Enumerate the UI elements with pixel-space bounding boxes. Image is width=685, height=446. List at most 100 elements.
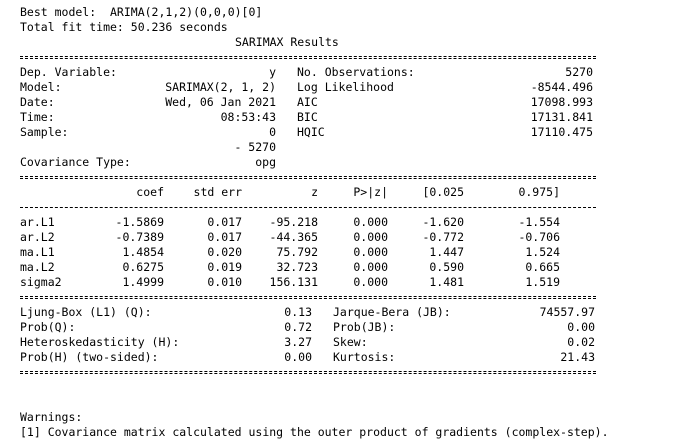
summary-left-value: SARIMAX(2, 1, 2)	[165, 80, 276, 94]
diag-right-label: Jarque-Bera (JB):	[333, 305, 451, 319]
diagnostics-row: Ljung-Box (L1) (Q): 0.13 Jarque-Bera (JB…	[20, 305, 620, 320]
double-rule	[20, 50, 620, 65]
table-row: ma.L1 1.4854 0.020 75.792 0.000 1.447 1.…	[20, 245, 620, 260]
row-std-err: 0.019	[207, 260, 242, 274]
diagnostics-row: Prob(H) (two-sided): 0.00 Kurtosis: 21.4…	[20, 350, 620, 365]
summary-row: Time: 08:53:43 BIC 17131.841	[20, 110, 620, 125]
row-ci-low: 1.481	[429, 275, 464, 289]
row-z: 32.723	[276, 260, 318, 274]
results-title-row: SARIMAX Results	[20, 35, 620, 50]
diag-right-value: 0.00	[567, 320, 595, 334]
row-z: 75.792	[276, 245, 318, 259]
row-std-err: 0.017	[207, 215, 242, 229]
diag-left-value: 0.72	[284, 320, 312, 334]
row-p: 0.000	[353, 245, 388, 259]
summary-right-value: -8544.496	[530, 80, 593, 94]
summary-right-value: 17098.993	[530, 95, 593, 109]
row-param: sigma2	[20, 275, 62, 289]
row-p: 0.000	[353, 230, 388, 244]
row-ci-low: -0.772	[422, 230, 464, 244]
col-header-p: P>|z|	[353, 185, 388, 199]
col-header-coef: coef	[136, 185, 164, 199]
diagnostics-row: Heteroskedasticity (H): 3.27 Skew: 0.02	[20, 335, 620, 350]
row-std-err: 0.017	[207, 230, 242, 244]
warnings-title: Warnings:	[20, 410, 83, 424]
row-p: 0.000	[353, 215, 388, 229]
summary-right-value: 5270	[565, 65, 593, 79]
summary-row: Covariance Type: opg	[20, 155, 620, 170]
summary-left-label: Sample:	[20, 125, 69, 139]
row-param: ma.L2	[20, 260, 55, 274]
summary-left-label: Model:	[20, 80, 62, 94]
summary-right-label: HQIC	[297, 125, 325, 139]
table-row: ar.L1 -1.5869 0.017 -95.218 0.000 -1.620…	[20, 215, 620, 230]
col-header-ci-high: 0.975]	[518, 185, 560, 199]
row-z: -44.365	[269, 230, 318, 244]
best-model-line: Best model: ARIMA(2,1,2)(0,0,0)[0]	[20, 5, 263, 19]
row-param: ar.L1	[20, 215, 55, 229]
summary-right-label: BIC	[297, 110, 318, 124]
double-rule	[20, 365, 620, 380]
row-coef: -1.5869	[115, 215, 164, 229]
summary-left-value: y	[269, 65, 276, 79]
row-coef: -0.7389	[115, 230, 164, 244]
single-rule	[20, 200, 620, 215]
row-ci-high: 0.665	[525, 260, 560, 274]
diag-right-label: Prob(JB):	[333, 320, 396, 334]
fit-time-line: Total fit time: 50.236 seconds	[20, 20, 228, 34]
diag-right-label: Skew:	[333, 335, 368, 349]
summary-row: Model: SARIMAX(2, 1, 2) Log Likelihood -…	[20, 80, 620, 95]
summary-left-value: Wed, 06 Jan 2021	[165, 95, 276, 109]
summary-row: - 5270	[20, 140, 620, 155]
table-row: ma.L2 0.6275 0.019 32.723 0.000 0.590 0.…	[20, 260, 620, 275]
table-row: sigma2 1.4999 0.010 156.131 0.000 1.481 …	[20, 275, 620, 290]
diag-left-label: Ljung-Box (L1) (Q):	[20, 305, 152, 319]
row-coef: 1.4854	[122, 245, 164, 259]
diag-right-value: 0.02	[567, 335, 595, 349]
row-ci-low: 1.447	[429, 245, 464, 259]
row-z: -95.218	[269, 215, 318, 229]
diagnostics-block: Ljung-Box (L1) (Q): 0.13 Jarque-Bera (JB…	[20, 305, 620, 365]
col-header-z: z	[311, 185, 318, 199]
summary-right-label: Log Likelihood	[297, 80, 394, 94]
diag-right-value: 74557.97	[539, 305, 595, 319]
summary-block: Dep. Variable: y No. Observations: 5270 …	[20, 65, 620, 170]
summary-left-value: opg	[255, 155, 276, 169]
summary-right-value: 17131.841	[530, 110, 593, 124]
row-param: ma.L1	[20, 245, 55, 259]
summary-left-value: 0	[269, 125, 276, 139]
row-std-err: 0.010	[207, 275, 242, 289]
row-z: 156.131	[269, 275, 318, 289]
summary-row: Dep. Variable: y No. Observations: 5270	[20, 65, 620, 80]
diag-left-label: Prob(Q):	[20, 320, 76, 334]
row-ci-high: -0.706	[518, 230, 560, 244]
summary-left-value: 08:53:43	[220, 110, 276, 124]
summary-row: Date: Wed, 06 Jan 2021 AIC 17098.993	[20, 95, 620, 110]
console-output: Best model: ARIMA(2,1,2)(0,0,0)[0] Total…	[20, 5, 620, 440]
double-rule	[20, 170, 620, 185]
col-header-ci-low: [0.025	[422, 185, 464, 199]
coef-table: coef std err z P>|z| [0.025 0.975] ar.L1…	[20, 185, 620, 290]
summary-row: Sample: 0 HQIC 17110.475	[20, 125, 620, 140]
summary-right-label: No. Observations:	[297, 65, 415, 79]
results-title: SARIMAX Results	[235, 35, 339, 49]
diag-left-label: Prob(H) (two-sided):	[20, 350, 159, 364]
summary-left-label: Date:	[20, 95, 55, 109]
diag-left-label: Heteroskedasticity (H):	[20, 335, 180, 349]
summary-right-label: AIC	[297, 95, 318, 109]
row-ci-high: 1.519	[525, 275, 560, 289]
summary-right-value: 17110.475	[530, 125, 593, 139]
row-ci-low: 0.590	[429, 260, 464, 274]
col-header-std-err: std err	[193, 185, 242, 199]
row-ci-high: -1.554	[518, 215, 560, 229]
row-ci-high: 1.524	[525, 245, 560, 259]
table-row: ar.L2 -0.7389 0.017 -44.365 0.000 -0.772…	[20, 230, 620, 245]
row-coef: 0.6275	[122, 260, 164, 274]
diag-right-label: Kurtosis:	[333, 350, 396, 364]
summary-left-value: - 5270	[234, 140, 276, 154]
diag-left-value: 0.13	[284, 305, 312, 319]
row-coef: 1.4999	[122, 275, 164, 289]
diagnostics-row: Prob(Q): 0.72 Prob(JB): 0.00	[20, 320, 620, 335]
row-param: ar.L2	[20, 230, 55, 244]
